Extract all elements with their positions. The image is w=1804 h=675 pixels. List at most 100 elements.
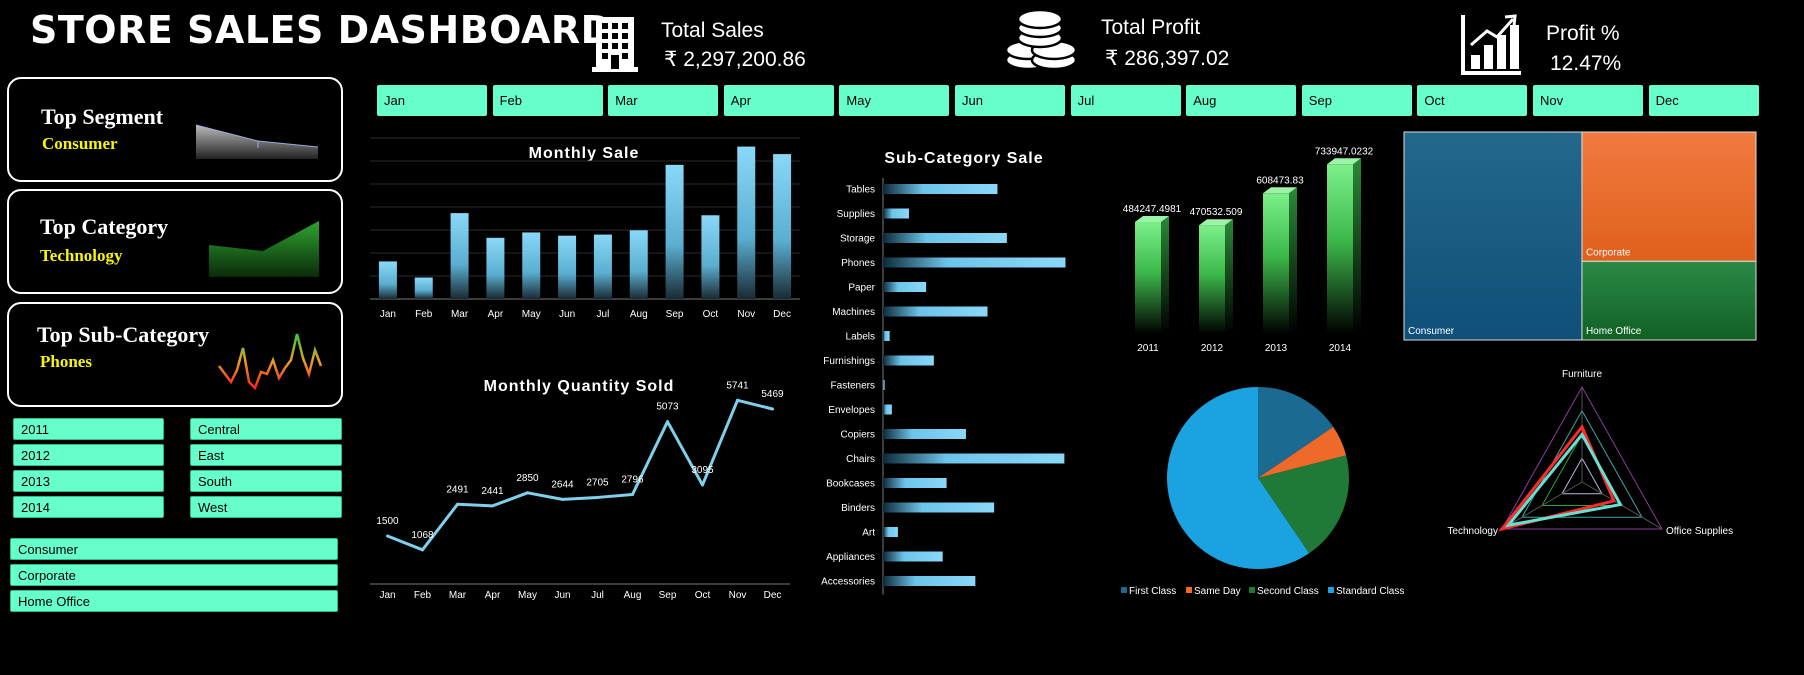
monthly-sale-tick-label: Dec <box>773 309 791 320</box>
pie-legend-label: Standard Class <box>1336 586 1404 597</box>
monthly-qty-line <box>386 398 773 552</box>
subcat-bar <box>883 453 1065 464</box>
subcategory-sale-title: Sub-Category Sale <box>884 150 1043 167</box>
subcat-bar <box>883 478 947 488</box>
monthly-sale-bar <box>701 215 720 299</box>
yearly-bar-side <box>1289 187 1297 334</box>
monthly-sale-tick-label: May <box>522 309 541 320</box>
monthly-sale-bar <box>737 146 756 299</box>
yearly-bar <box>1135 222 1161 334</box>
monthly-sale-tick-label: Feb <box>415 309 433 320</box>
yearly-tick-label: 2011 <box>1137 343 1159 354</box>
monthly-qty-data-label: 2705 <box>586 477 609 488</box>
monthly-sale-tick-label: Apr <box>488 309 504 320</box>
monthly-qty-tick-label: Dec <box>764 590 782 601</box>
subcat-tick-label: Supplies <box>837 209 875 220</box>
subcat-bar <box>883 331 890 341</box>
monthly-sale-bar <box>629 230 648 299</box>
treemap-tile <box>1403 131 1583 341</box>
monthly-qty-tick-label: Jun <box>554 590 570 601</box>
pie-legend-swatch <box>1328 587 1334 593</box>
monthly-qty-point <box>736 398 739 402</box>
monthly-qty-tick-label: Aug <box>624 590 642 601</box>
subcat-tick-label: Chairs <box>846 454 875 465</box>
subcat-bar <box>883 184 998 194</box>
monthly-sale-bar <box>486 237 505 299</box>
monthly-sale-tick-label: Jun <box>559 309 575 320</box>
treemap-label: Home Office <box>1586 326 1642 337</box>
monthly-qty-tick-label: May <box>518 590 537 601</box>
subcat-bar <box>883 576 976 586</box>
yearly-bar-side <box>1161 216 1169 334</box>
monthly-qty-data-label: 2796 <box>621 475 644 486</box>
subcat-tick-label: Bookcases <box>826 479 875 490</box>
subcat-bar <box>883 306 988 317</box>
monthly-sale-tick-label: Mar <box>451 309 469 320</box>
yearly-bar <box>1327 164 1353 334</box>
monthly-qty-point <box>666 420 669 424</box>
monthly-sale-tick-label: Jan <box>380 309 396 320</box>
monthly-qty-data-label: 3095 <box>691 465 714 476</box>
monthly-sale-tick-label: Sep <box>666 309 684 320</box>
monthly-qty-data-label: 5741 <box>726 380 749 391</box>
monthly-qty-tick-label: Oct <box>695 590 711 601</box>
monthly-sale-bar <box>414 277 433 299</box>
monthly-qty-point <box>386 534 389 538</box>
monthly-sale-bar <box>665 164 684 299</box>
subcat-tick-label: Appliances <box>826 552 875 563</box>
monthly-qty-point <box>596 495 599 499</box>
subcat-tick-label: Labels <box>846 332 875 343</box>
monthly-sale-tick-label: Aug <box>630 309 648 320</box>
subcat-bar <box>883 355 934 366</box>
subcat-tick-label: Machines <box>832 307 875 318</box>
subcat-bar <box>883 380 885 390</box>
subcat-tick-label: Fasteners <box>831 381 875 392</box>
pie-legend-label: First Class <box>1129 586 1176 597</box>
subcat-bar <box>883 208 909 219</box>
subcat-tick-label: Art <box>862 528 875 539</box>
subcat-bar <box>883 257 1066 268</box>
monthly-qty-tick-label: Jan <box>379 590 395 601</box>
monthly-qty-tick-label: Mar <box>449 590 467 601</box>
monthly-qty-point <box>456 502 459 506</box>
subcat-tick-label: Accessories <box>821 577 875 588</box>
monthly-sale-tick-label: Oct <box>703 309 719 320</box>
subcat-bar <box>883 527 898 537</box>
treemap-label: Corporate <box>1586 247 1631 258</box>
monthly-qty-data-label: 5469 <box>761 389 784 400</box>
monthly-qty-point <box>701 483 704 487</box>
monthly-qty-data-label: 2491 <box>446 484 469 495</box>
monthly-sale-title: Monthly Sale <box>529 145 640 162</box>
pie-legend-swatch <box>1249 587 1255 593</box>
subcat-tick-label: Paper <box>848 283 875 294</box>
treemap-label: Consumer <box>1408 326 1455 337</box>
subcat-tick-label: Furnishings <box>823 356 875 367</box>
monthly-sale-tick-label: Nov <box>737 309 755 320</box>
subcat-tick-label: Phones <box>841 258 875 269</box>
monthly-sale-bar <box>522 232 541 299</box>
monthly-qty-tick-label: Jul <box>591 590 604 601</box>
monthly-qty-data-label: 1068 <box>411 530 434 541</box>
monthly-qty-tick-label: Feb <box>414 590 432 601</box>
monthly-qty-data-label: 2441 <box>481 486 504 497</box>
yearly-tick-label: 2014 <box>1329 343 1352 354</box>
radar-axis-label: Furniture <box>1562 369 1602 380</box>
monthly-qty-tick-label: Apr <box>485 590 501 601</box>
charts-canvas: Monthly Sale Monthly Quantity Sold Sub-C… <box>370 131 1757 601</box>
yearly-data-label: 484247.4981 <box>1123 204 1182 215</box>
pie-legend-swatch <box>1121 587 1127 593</box>
monthly-quantity-title: Monthly Quantity Sold <box>484 378 675 395</box>
subcat-tick-label: Storage <box>840 234 875 245</box>
yearly-bar-side <box>1353 158 1361 334</box>
subcat-bar <box>883 502 995 513</box>
monthly-sale-bar <box>593 234 612 299</box>
radar-axis-label: Technology <box>1447 526 1498 537</box>
subcat-bar <box>883 429 966 439</box>
monthly-qty-point <box>421 548 424 552</box>
monthly-qty-point <box>561 497 564 501</box>
monthly-sale-bar <box>773 154 792 299</box>
subcat-tick-label: Envelopes <box>828 405 875 416</box>
subcat-tick-label: Tables <box>846 185 875 196</box>
yearly-bar <box>1263 193 1289 334</box>
yearly-bar <box>1199 225 1225 334</box>
